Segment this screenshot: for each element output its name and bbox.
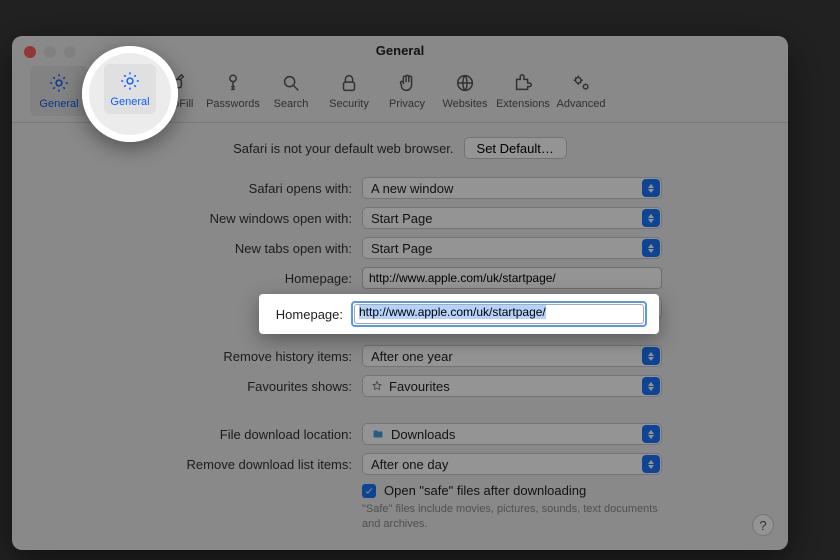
open-safe-files-hint: "Safe" files include movies, pictures, s… <box>362 502 662 532</box>
close-window-button[interactable] <box>24 46 36 58</box>
tab-label: Extensions <box>496 98 550 110</box>
label-safari-opens: Safari opens with: <box>52 181 352 196</box>
chevron-updown-icon <box>642 455 660 473</box>
gears-icon <box>570 72 592 94</box>
tab-label: Security <box>329 98 369 110</box>
default-browser-text: Safari is not your default web browser. <box>233 141 453 156</box>
tab-label: General <box>110 96 149 108</box>
help-button[interactable]: ? <box>752 514 774 536</box>
tab-label: Search <box>274 98 309 110</box>
tab-label: Advanced <box>557 98 606 110</box>
default-browser-row: Safari is not your default web browser. … <box>52 137 748 159</box>
tab-general[interactable]: General <box>30 66 88 116</box>
select-remove-downloads[interactable]: After one day <box>362 453 662 475</box>
chevron-updown-icon <box>642 179 660 197</box>
set-default-button[interactable]: Set Default… <box>464 137 567 159</box>
folder-icon <box>371 428 385 440</box>
chevron-updown-icon <box>642 377 660 395</box>
zoom-window-button[interactable] <box>64 46 76 58</box>
tab-label: Privacy <box>389 98 425 110</box>
label-download-location: File download location: <box>52 427 352 442</box>
label-homepage: Homepage: <box>52 271 352 286</box>
globe-icon <box>454 72 476 94</box>
label-favourites: Favourites shows: <box>52 379 352 394</box>
select-new-windows[interactable]: Start Page <box>362 207 662 229</box>
puzzle-icon <box>512 72 534 94</box>
tab-advanced[interactable]: Advanced <box>552 66 610 116</box>
key-icon <box>222 72 244 94</box>
chevron-updown-icon <box>642 425 660 443</box>
set-to-current-page-button[interactable]: Set to Current Page <box>362 297 662 319</box>
lock-icon <box>338 72 360 94</box>
gear-icon <box>48 72 70 94</box>
tab-security[interactable]: Security <box>320 66 378 116</box>
chevron-updown-icon <box>642 209 660 227</box>
chevron-updown-icon <box>642 347 660 365</box>
tab-search[interactable]: Search <box>262 66 320 116</box>
gear-icon <box>119 70 141 92</box>
tab-general-highlight[interactable]: General <box>104 64 156 114</box>
window-controls <box>24 46 76 58</box>
select-safari-opens[interactable]: A new window <box>362 177 662 199</box>
minimize-window-button[interactable] <box>44 46 56 58</box>
select-remove-history[interactable]: After one year <box>362 345 662 367</box>
tab-passwords[interactable]: Passwords <box>204 66 262 116</box>
select-new-tabs[interactable]: Start Page <box>362 237 662 259</box>
checkbox-checked-icon <box>362 484 376 498</box>
homepage-field-wrap <box>362 267 662 289</box>
open-safe-files-row[interactable]: Open "safe" files after downloading <box>362 483 662 498</box>
tab-label: Passwords <box>206 98 260 110</box>
spotlight-general-tab: General <box>82 46 178 142</box>
select-favourites[interactable]: Favourites <box>362 375 662 397</box>
tab-websites[interactable]: Websites <box>436 66 494 116</box>
tab-extensions[interactable]: Extensions <box>494 66 552 116</box>
tab-label: General <box>39 98 78 110</box>
chevron-updown-icon <box>642 239 660 257</box>
label-remove-downloads: Remove download list items: <box>52 457 352 472</box>
homepage-input[interactable] <box>362 267 662 289</box>
label-new-windows: New windows open with: <box>52 211 352 226</box>
label-remove-history: Remove history items: <box>52 349 352 364</box>
tab-privacy[interactable]: Privacy <box>378 66 436 116</box>
hand-icon <box>396 72 418 94</box>
select-download-location[interactable]: Downloads <box>362 423 662 445</box>
tab-label: Websites <box>442 98 487 110</box>
open-safe-files-label: Open "safe" files after downloading <box>384 483 586 498</box>
star-icon <box>371 380 383 392</box>
general-pane: Safari is not your default web browser. … <box>12 123 788 542</box>
label-new-tabs: New tabs open with: <box>52 241 352 256</box>
search-icon <box>280 72 302 94</box>
